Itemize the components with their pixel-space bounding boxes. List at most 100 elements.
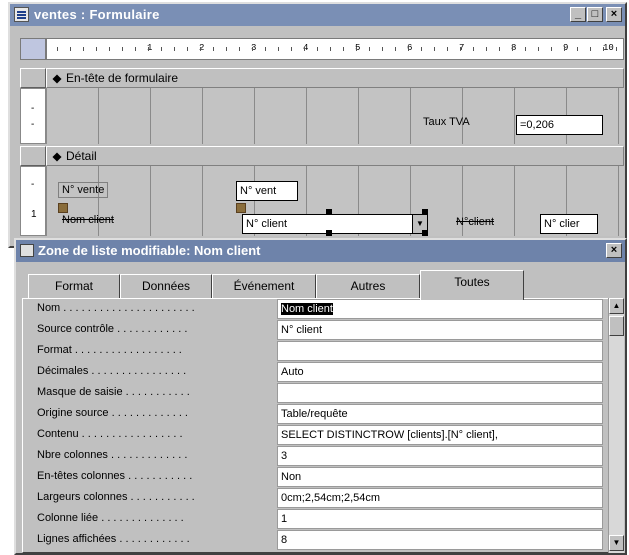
property-value-largeurs-colonnes[interactable]: 0cm;2,54cm;2,54cm bbox=[277, 488, 603, 508]
ruler-tick bbox=[213, 47, 214, 51]
minimize-button[interactable]: _ bbox=[570, 7, 586, 22]
scroll-thumb[interactable] bbox=[609, 316, 624, 336]
property-value-origine-source[interactable]: Table/requête bbox=[277, 404, 603, 424]
property-value-decimales[interactable]: Auto bbox=[277, 362, 603, 382]
ruler-tick bbox=[200, 47, 201, 51]
property-sheet-window[interactable]: Zone de liste modifiable: Nom client × F… bbox=[14, 238, 627, 555]
n-vente-label[interactable]: N° vente bbox=[58, 182, 109, 198]
n-vente-textbox[interactable]: N° vent bbox=[236, 181, 298, 201]
horizontal-ruler[interactable]: 1 2 3 4 5 6 7 8 9 10 bbox=[46, 38, 624, 60]
property-row[interactable]: Largeurs colonnes . . . . . . . . . . . … bbox=[37, 488, 607, 509]
property-row[interactable]: Colonne liée . . . . . . . . . . . . . .… bbox=[37, 509, 607, 530]
resize-handle[interactable] bbox=[326, 230, 332, 236]
form-title-bar[interactable]: ventes : Formulaire _ □ × bbox=[10, 4, 625, 26]
ruler-tick bbox=[356, 47, 357, 51]
move-handle[interactable] bbox=[236, 203, 246, 213]
properties-scrollbar[interactable]: ▲ ▼ bbox=[608, 298, 624, 553]
ruler-tick bbox=[434, 47, 435, 51]
resize-handle[interactable] bbox=[422, 209, 428, 215]
form-window-title: ventes : Formulaire bbox=[34, 7, 160, 22]
ruler-tick bbox=[369, 47, 370, 51]
n-client-textbox[interactable]: N° clier bbox=[540, 214, 598, 234]
section-marker-icon bbox=[52, 74, 62, 84]
ruler-tick bbox=[447, 47, 448, 51]
form-header-band[interactable]: En-tête de formulaire bbox=[46, 68, 624, 88]
ruler-tick bbox=[343, 47, 344, 51]
property-name: En-têtes colonnes . . . . . . . . . . . bbox=[37, 470, 193, 482]
ruler-tick bbox=[135, 47, 136, 51]
ruler-tick bbox=[538, 47, 539, 51]
ruler-tick bbox=[590, 47, 591, 51]
property-sheet-title-bar[interactable]: Zone de liste modifiable: Nom client × bbox=[16, 240, 625, 262]
property-row[interactable]: Origine source . . . . . . . . . . . . .… bbox=[37, 404, 607, 425]
ruler-number: 10 bbox=[603, 43, 614, 53]
property-name: Contenu . . . . . . . . . . . . . . . . … bbox=[37, 428, 183, 440]
tab-donnees[interactable]: Données bbox=[120, 274, 212, 298]
property-name: Nbre colonnes . . . . . . . . . . . . . bbox=[37, 449, 188, 461]
ruler-tick bbox=[96, 47, 97, 51]
taux-tva-label[interactable]: Taux TVA bbox=[423, 116, 470, 128]
ruler-tick bbox=[148, 47, 149, 51]
property-value-lignes-affichees[interactable]: 8 bbox=[277, 530, 603, 550]
ruler-tick bbox=[161, 47, 162, 51]
ruler-tick bbox=[616, 47, 617, 51]
scroll-down-icon[interactable]: ▼ bbox=[609, 535, 624, 551]
property-name: Nom . . . . . . . . . . . . . . . . . . … bbox=[37, 302, 195, 314]
maximize-button[interactable]: □ bbox=[587, 7, 603, 22]
resize-handle[interactable] bbox=[326, 209, 332, 215]
property-row[interactable]: Masque de saisie . . . . . . . . . . . bbox=[37, 383, 607, 404]
tab-evenement[interactable]: Événement bbox=[212, 274, 316, 298]
property-value-nbre-colonnes[interactable]: 3 bbox=[277, 446, 603, 466]
property-row[interactable]: Nom . . . . . . . . . . . . . . . . . . … bbox=[37, 299, 607, 320]
ruler-tick bbox=[70, 47, 71, 51]
scroll-up-icon[interactable]: ▲ bbox=[609, 298, 624, 314]
detail-label: Détail bbox=[66, 149, 97, 163]
form-design-window[interactable]: ventes : Formulaire _ □ × 1 2 3 4 5 6 7 … bbox=[8, 2, 627, 248]
ruler-tick bbox=[408, 47, 409, 51]
ruler-tick bbox=[226, 47, 227, 51]
property-value-source-controle[interactable]: N° client bbox=[277, 320, 603, 340]
property-name: Format . . . . . . . . . . . . . . . . .… bbox=[37, 344, 182, 356]
resize-handle[interactable] bbox=[422, 230, 428, 236]
ruler-tick bbox=[239, 47, 240, 51]
ruler-tick bbox=[395, 47, 396, 51]
tab-toutes[interactable]: Toutes bbox=[420, 270, 524, 300]
close-button[interactable]: × bbox=[606, 7, 622, 22]
property-row[interactable]: Nbre colonnes . . . . . . . . . . . . . … bbox=[37, 446, 607, 467]
property-value-en-tetes-colonnes[interactable]: Non bbox=[277, 467, 603, 487]
ruler-tick bbox=[291, 47, 292, 51]
property-row[interactable]: Source contrôle . . . . . . . . . . . . … bbox=[37, 320, 607, 341]
property-row[interactable]: En-têtes colonnes . . . . . . . . . . . … bbox=[37, 467, 607, 488]
ruler-tick bbox=[499, 47, 500, 51]
move-handle[interactable] bbox=[58, 203, 68, 213]
property-name: Source contrôle . . . . . . . . . . . . bbox=[37, 323, 188, 335]
header-section-selector[interactable] bbox=[20, 68, 46, 88]
form-icon[interactable] bbox=[14, 7, 29, 22]
ruler-tick bbox=[382, 47, 383, 51]
taux-tva-textbox[interactable]: =0,206 bbox=[516, 115, 603, 135]
property-value-nom[interactable]: Nom client bbox=[277, 299, 603, 319]
property-value-contenu[interactable]: SELECT DISTINCTROW [clients].[N° client]… bbox=[277, 425, 603, 445]
detail-section-selector[interactable] bbox=[20, 146, 46, 166]
property-row[interactable]: Format . . . . . . . . . . . . . . . . .… bbox=[37, 341, 607, 362]
detail-band[interactable]: Détail bbox=[46, 146, 624, 166]
ruler-tick bbox=[304, 47, 305, 51]
form-selector[interactable] bbox=[20, 38, 46, 60]
property-value-colonne-liee[interactable]: 1 bbox=[277, 509, 603, 529]
property-row[interactable]: Lignes affichées . . . . . . . . . . . .… bbox=[37, 530, 607, 551]
property-sheet-close-button[interactable]: × bbox=[606, 243, 622, 258]
property-name: Masque de saisie . . . . . . . . . . . bbox=[37, 386, 190, 398]
property-row[interactable]: Décimales . . . . . . . . . . . . . . . … bbox=[37, 362, 607, 383]
property-value-masque-saisie[interactable] bbox=[277, 383, 603, 403]
form-header-area[interactable]: Taux TVA =0,206 bbox=[46, 88, 624, 144]
nom-client-label[interactable]: Nom client bbox=[62, 214, 114, 226]
n-client-label[interactable]: N°client bbox=[456, 216, 494, 228]
property-row[interactable]: Contenu . . . . . . . . . . . . . . . . … bbox=[37, 425, 607, 446]
detail-area[interactable]: N° vente N° vent Nom client N° client ▼ … bbox=[46, 166, 624, 236]
tab-autres[interactable]: Autres bbox=[316, 274, 420, 298]
tab-format[interactable]: Format bbox=[28, 274, 120, 298]
form-header-label: En-tête de formulaire bbox=[66, 71, 179, 85]
property-value-format[interactable] bbox=[277, 341, 603, 361]
vruler-mark: - bbox=[31, 103, 35, 114]
ruler-tick bbox=[265, 47, 266, 51]
